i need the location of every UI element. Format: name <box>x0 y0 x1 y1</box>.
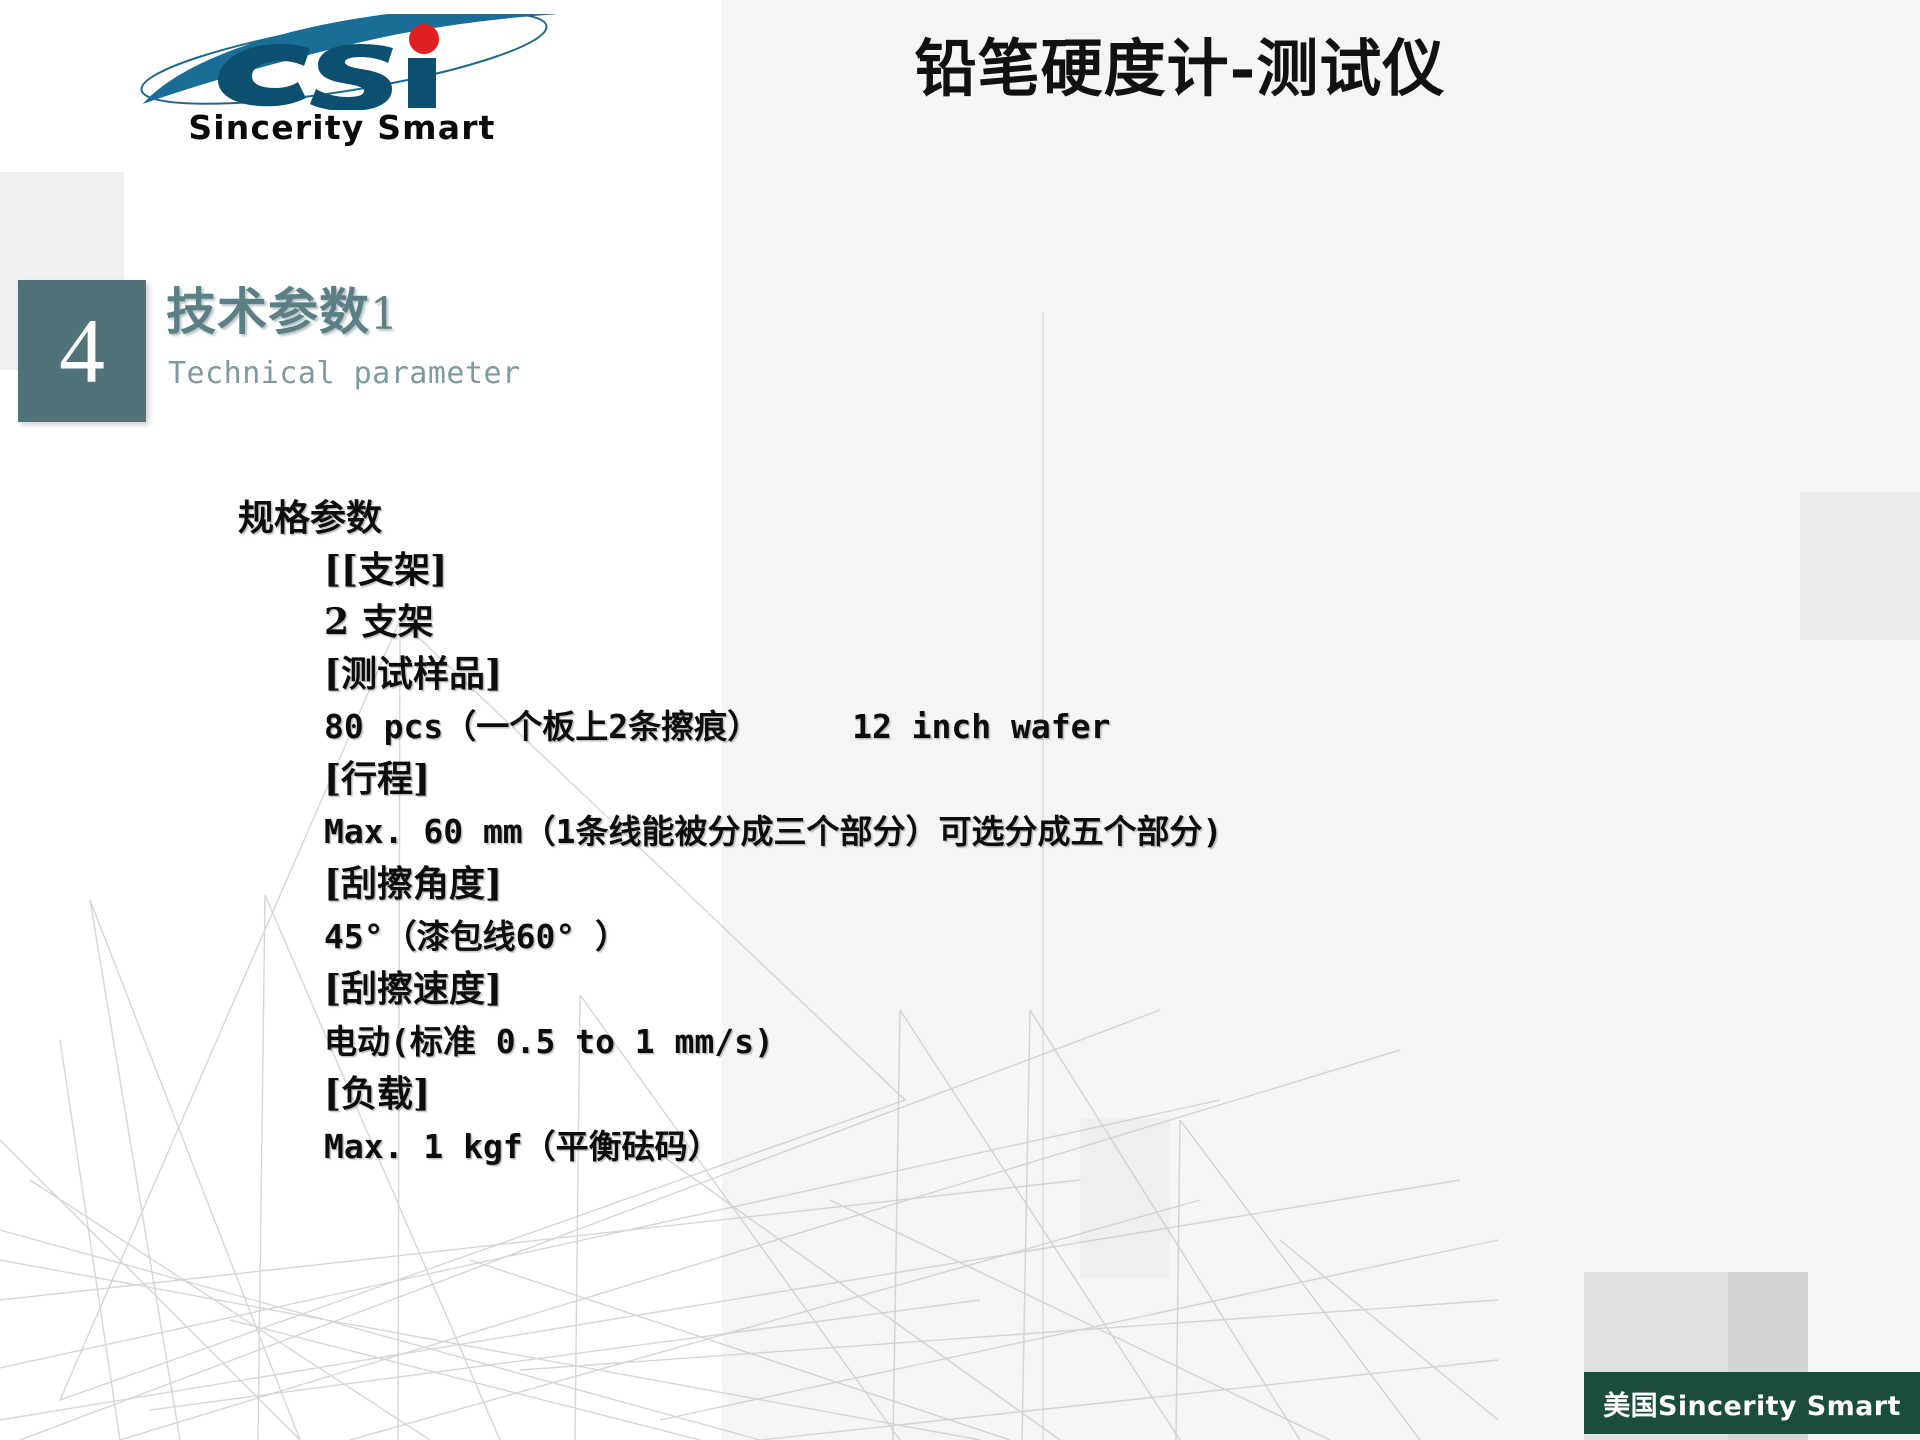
spec-line-text: 2 支架 <box>324 601 434 643</box>
spec-line: 80 pcs（一个板上2条擦痕） 12 inch wafer <box>238 700 1738 753</box>
spec-line-text: [行程] <box>324 758 431 800</box>
spec-line: 2 支架 <box>238 596 1738 648</box>
section-number-badge: 4 <box>18 280 146 422</box>
spec-line: 45°（漆包线60° ） <box>238 910 1738 963</box>
section-heading: 技术参数1 <box>166 272 399 344</box>
section-heading-suffix: 1 <box>370 289 399 340</box>
spec-line-text: [负载] <box>324 1073 431 1115</box>
spec-line-text: Max. 60 mm（1条线能被分成三个部分）可选分成五个部分) <box>324 812 1223 851</box>
background-panel-mid-right <box>1800 492 1920 640</box>
spec-line-text: [刮擦速度] <box>324 968 503 1010</box>
csi-logo-mark <box>140 14 556 110</box>
section-subheading: Technical parameter <box>168 356 521 391</box>
footer-brand-badge: 美国Sincerity Smart <box>1584 1372 1920 1434</box>
spec-line: 电动(标准 0.5 to 1 mm/s) <box>238 1015 1738 1068</box>
spec-line-trailing-text: 12 inch wafer <box>852 707 1111 746</box>
spec-line: [[支架] <box>238 544 1738 596</box>
logo-wordmark: Sincerity Smart <box>188 108 496 147</box>
spec-line: [刮擦角度] <box>238 858 1738 910</box>
spec-line-text: 45°（漆包线60° ） <box>324 917 629 956</box>
spec-line: [刮擦速度] <box>238 963 1738 1015</box>
spec-line-text: 电动(标准 0.5 to 1 mm/s) <box>324 1022 774 1061</box>
page-title: 铅笔硬度计-测试仪 <box>914 32 1446 105</box>
spec-line-text: [测试样品] <box>324 653 503 695</box>
spec-line-list: [[支架] 2 支架 [测试样品] 80 pcs（一个板上2条擦痕） 12 inch w… <box>238 544 1738 1173</box>
section-heading-main: 技术参数 <box>166 282 370 341</box>
spec-line: [负载] <box>238 1068 1738 1120</box>
spec-block-title: 规格参数 <box>238 497 383 539</box>
company-logo: Sincerity Smart <box>112 14 572 147</box>
spec-line-text: [[支架] <box>324 549 448 591</box>
spec-line-text: 80 pcs（一个板上2条擦痕） <box>324 707 761 746</box>
spec-line-text: Max. 1 kgf（平衡砝码） <box>324 1127 721 1166</box>
spec-line: [测试样品] <box>238 648 1738 700</box>
spec-line: Max. 60 mm（1条线能被分成三个部分）可选分成五个部分) <box>238 805 1738 858</box>
spec-line: [行程] <box>238 753 1738 805</box>
spec-line: Max. 1 kgf（平衡砝码） <box>238 1120 1738 1173</box>
specification-block: 规格参数 [[支架] 2 支架 [测试样品] 80 pcs（一个板上2条擦痕） 12 i… <box>238 492 1738 1173</box>
spec-line-text: [刮擦角度] <box>324 863 503 905</box>
